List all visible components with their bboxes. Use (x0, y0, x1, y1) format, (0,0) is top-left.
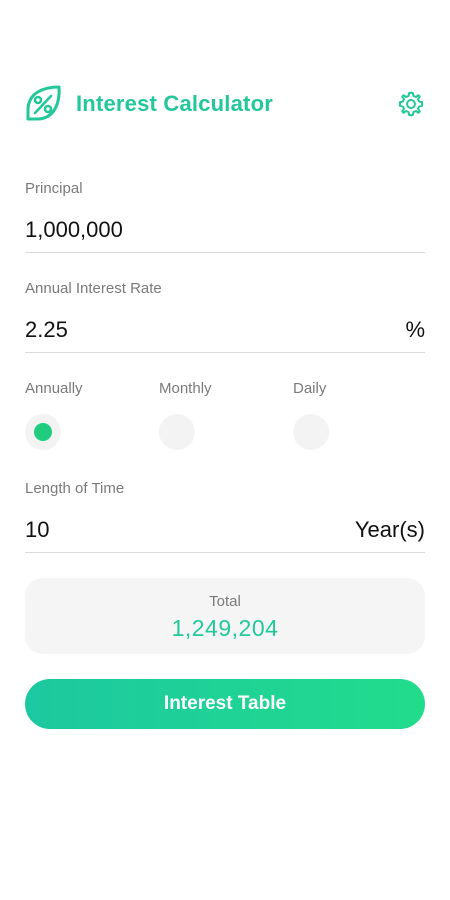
frequency-label: Monthly (159, 380, 212, 397)
frequency-label: Daily (293, 380, 327, 397)
time-underline (25, 552, 425, 553)
compounding-frequency: Annually Monthly Daily (25, 380, 425, 450)
frequency-option-daily[interactable]: Daily (293, 380, 413, 450)
total-card: Total 1,249,204 (25, 578, 425, 654)
app-header: Interest Calculator (25, 84, 425, 124)
frequency-label: Annually (25, 380, 83, 397)
rate-unit: % (405, 317, 425, 342)
principal-field[interactable]: Principal 1,000,000 (25, 180, 425, 254)
principal-underline (25, 252, 425, 253)
radio-selected-dot (34, 423, 52, 441)
total-label: Total (209, 593, 241, 610)
radio-annually[interactable] (25, 414, 61, 450)
frequency-option-annually[interactable]: Annually (25, 380, 145, 450)
frequency-option-monthly[interactable]: Monthly (159, 380, 279, 450)
time-input[interactable]: 10 (25, 517, 49, 543)
radio-daily[interactable] (293, 414, 329, 450)
time-unit[interactable]: Year(s) (355, 517, 425, 543)
percent-leaf-icon (26, 85, 61, 121)
rate-input[interactable]: 2.25 (25, 317, 68, 343)
radio-monthly[interactable] (159, 414, 195, 450)
rate-underline (25, 352, 425, 353)
gear-icon[interactable] (397, 90, 425, 118)
time-field[interactable]: Length of Time 10 Year(s) (25, 480, 425, 554)
rate-label: Annual Interest Rate (25, 280, 162, 297)
time-label: Length of Time (25, 480, 125, 497)
principal-label: Principal (25, 180, 83, 197)
rate-field[interactable]: Annual Interest Rate 2.25 % (25, 280, 425, 354)
interest-table-button[interactable]: Interest Table (25, 679, 425, 729)
principal-input[interactable]: 1,000,000 (25, 217, 123, 243)
app-title: Interest Calculator (76, 91, 273, 116)
total-value: 1,249,204 (171, 615, 279, 641)
